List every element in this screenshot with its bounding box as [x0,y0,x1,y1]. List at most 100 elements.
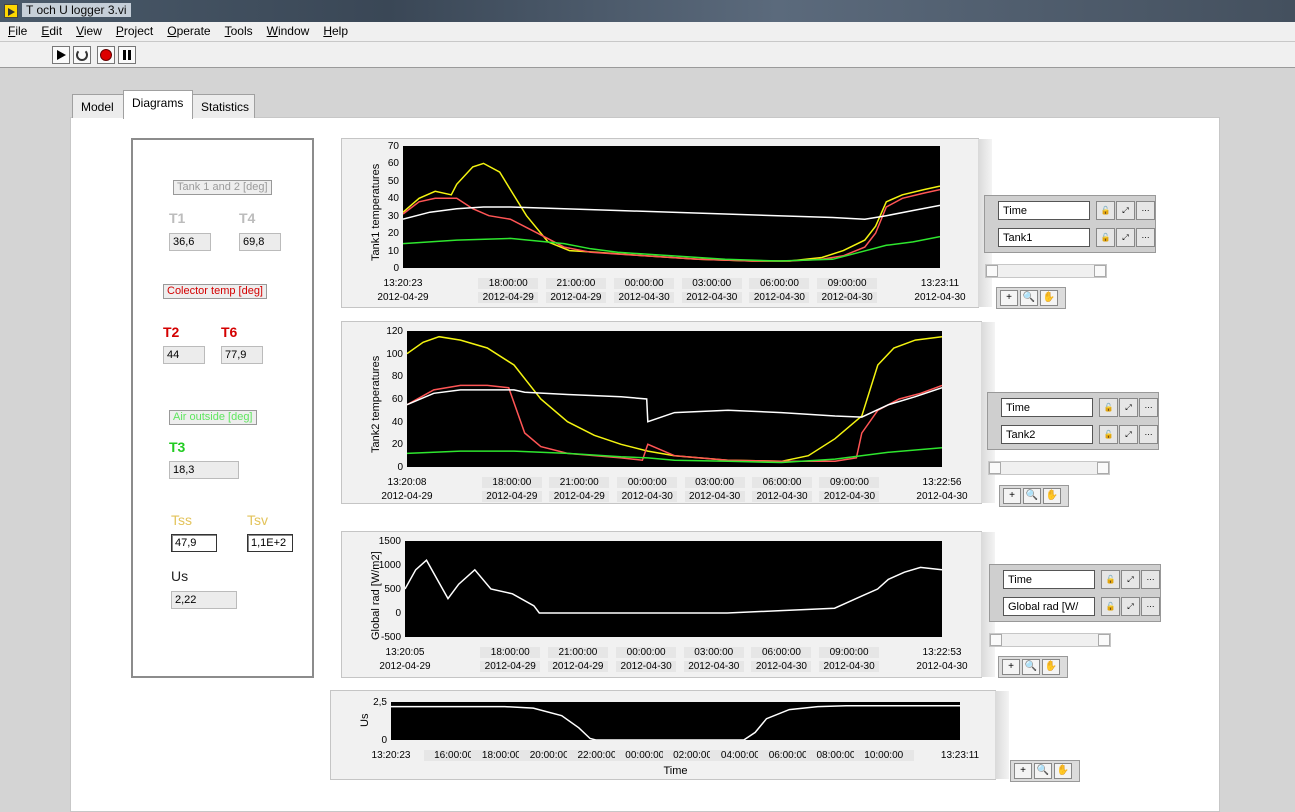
pan-hand-icon[interactable]: ✋ [1054,763,1072,779]
pan-hand-icon[interactable]: ✋ [1040,290,1058,306]
chart-1-x-tick-date: 2012-04-29 [545,292,606,303]
y-scale-name[interactable]: Tank1 [998,228,1090,247]
y-scale-name[interactable]: Tank2 [1001,425,1093,444]
crosshair-icon[interactable]: + [1003,488,1021,504]
format-icon[interactable]: ⋯ [1136,228,1155,247]
t2-label: T2 [163,324,180,340]
chart-4-x-tick-time: 13:20:23 [371,750,411,761]
t3-value: 18,3 [169,461,239,479]
chart-2-scrollbar[interactable] [988,461,1110,475]
menu-item[interactable]: Project [108,22,159,41]
pan-hand-icon[interactable]: ✋ [1042,659,1060,675]
chart-3-scrollbar[interactable] [989,633,1111,647]
crosshair-icon[interactable]: + [1002,659,1020,675]
lock-y-icon[interactable]: 🔓 [1101,597,1120,616]
chart-2-y-tick: 120 [386,326,403,337]
chart-3-x-tick-time: 13:22:53 [922,647,962,658]
format-icon[interactable]: ⋯ [1141,570,1160,589]
menu-item[interactable]: View [68,22,108,41]
format-icon[interactable]: ⋯ [1141,597,1160,616]
chart-4-plot-area[interactable] [391,702,960,740]
chart-2-plot-area[interactable] [407,331,942,467]
pan-hand-icon[interactable]: ✋ [1043,488,1061,504]
run-button[interactable] [52,46,70,64]
chart-3-y-tick: 1500 [378,536,401,547]
chart-1-plot-area[interactable] [403,146,940,268]
chart-3-x-tick-date: 2012-04-30 [616,661,677,672]
scroll-right-icon[interactable] [1098,634,1110,646]
lock-y-icon[interactable]: 🔓 [1099,425,1118,444]
y-scale-name[interactable]: Global rad [W/ [1003,597,1095,616]
scroll-left-icon[interactable] [986,265,998,277]
run-continuously-button[interactable] [73,46,91,64]
zoom-icon[interactable]: 🔍 [1020,290,1038,306]
menu-label: elp [331,24,348,38]
tss-label: Tss [171,512,192,528]
autoscale-icon[interactable]: ⤢ [1119,425,1138,444]
x-scale-name[interactable]: Time [1001,398,1093,417]
window-title: T och U logger 3.vi [22,3,131,17]
chart-2-x-tick-date: 2012-04-29 [381,491,433,502]
scroll-left-icon[interactable] [989,462,1001,474]
scroll-left-icon[interactable] [990,634,1002,646]
format-icon[interactable]: ⋯ [1139,425,1158,444]
format-icon[interactable]: ⋯ [1139,398,1158,417]
chart-4-y-axis-label: Us [359,713,371,727]
lock-x-icon[interactable]: 🔓 [1101,570,1120,589]
chart-2-x-tick-date: 2012-04-30 [916,491,968,502]
chart-2-x-tick-time: 09:00:00 [819,477,880,488]
tab-diagrams-label: Diagrams [132,96,184,110]
chart-1-scrollbar[interactable] [985,264,1107,278]
x-scale-name[interactable]: Time [1003,570,1095,589]
chart-1-x-tick-date: 2012-04-29 [377,292,429,303]
pause-button[interactable] [118,46,136,64]
menu-label: iew [83,24,102,38]
autoscale-icon[interactable]: ⤢ [1119,398,1138,417]
t6-value: 77,9 [221,346,263,364]
tss-value[interactable]: 47,9 [171,534,217,552]
chart-1-x-tick-time: 13:20:23 [383,278,423,289]
lock-x-icon[interactable]: 🔓 [1099,398,1118,417]
menu-item[interactable]: Window [259,22,316,41]
tab-model[interactable]: Model [72,94,124,118]
crosshair-icon[interactable]: + [1000,290,1018,306]
lock-y-icon[interactable]: 🔓 [1096,228,1115,247]
chart-1-x-tick-date: 2012-04-30 [817,292,878,303]
autoscale-icon[interactable]: ⤢ [1121,570,1140,589]
autoscale-icon[interactable]: ⤢ [1116,228,1135,247]
scroll-right-icon[interactable] [1094,265,1106,277]
abort-button[interactable] [97,46,115,64]
chart-2-x-tick-date: 2012-04-30 [684,491,745,502]
zoom-icon[interactable]: 🔍 [1022,659,1040,675]
t1-value: 36,6 [169,233,211,251]
menu-label: perate [176,24,211,38]
zoom-icon[interactable]: 🔍 [1023,488,1041,504]
tab-statistics[interactable]: Statistics [192,94,255,118]
lock-x-icon[interactable]: 🔓 [1096,201,1115,220]
menu-item[interactable]: File [0,22,33,41]
chart-3-x-tick-time: 09:00:00 [819,647,880,658]
format-icon[interactable]: ⋯ [1136,201,1155,220]
chart-3-x-tick-date: 2012-04-30 [751,661,812,672]
chart-3-x-tick-date: 2012-04-30 [916,661,968,672]
tab-diagrams[interactable]: Diagrams [123,90,193,119]
chart-3-plot-area[interactable] [405,541,942,637]
chart-3-x-tick-date: 2012-04-29 [379,661,431,672]
crosshair-icon[interactable]: + [1014,763,1032,779]
menu-item[interactable]: Help [315,22,354,41]
chart-2-series-red [407,384,942,463]
chart-3-x-tick-date: 2012-04-30 [819,661,880,672]
autoscale-icon[interactable]: ⤢ [1116,201,1135,220]
scroll-right-icon[interactable] [1097,462,1109,474]
toolbar [0,42,1295,68]
autoscale-icon[interactable]: ⤢ [1121,597,1140,616]
x-scale-name[interactable]: Time [998,201,1090,220]
menu-item[interactable]: Tools [217,22,259,41]
zoom-icon[interactable]: 🔍 [1034,763,1052,779]
air-section-label: Air outside [deg] [169,410,257,425]
menu-item[interactable]: Edit [33,22,68,41]
tsv-value[interactable]: 1,1E+2 [247,534,293,552]
menu-item[interactable]: Operate [159,22,216,41]
chart-1-y-tick: 70 [387,141,399,152]
chart-2-x-tick-time: 00:00:00 [617,477,678,488]
